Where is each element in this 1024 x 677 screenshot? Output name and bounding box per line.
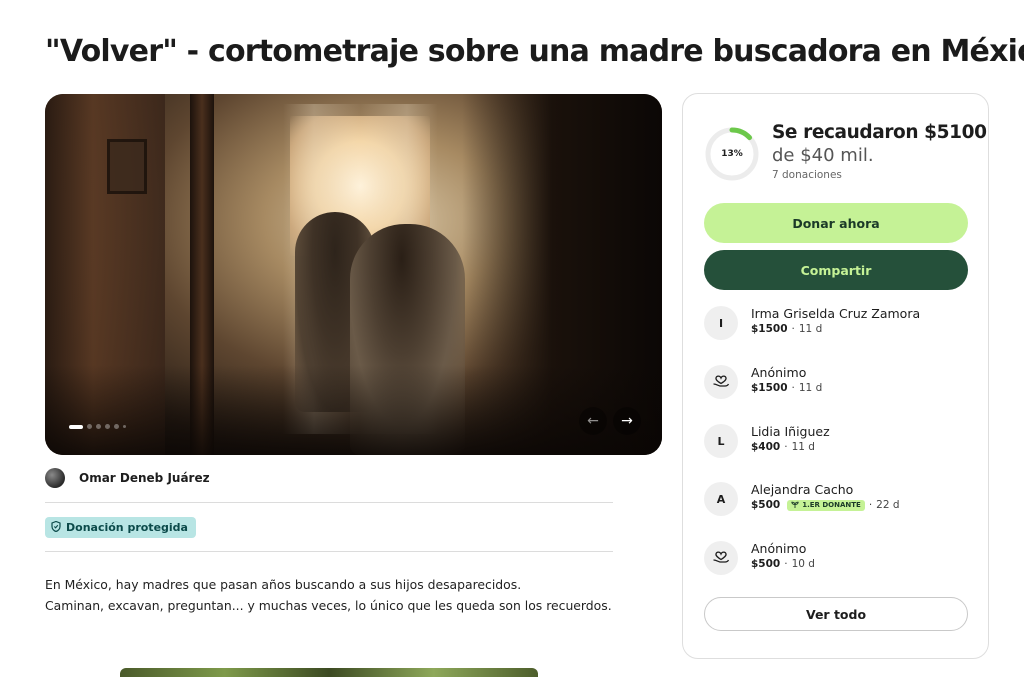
separator: · [791,323,795,335]
story-image [120,668,538,677]
donation-count: 7 donaciones [772,169,842,181]
image-wall-picture [107,139,147,194]
donation-time: 10 d [791,558,815,570]
donor-row: I Irma Griselda Cruz Zamora $1500 · 11 d [704,306,920,340]
donation-amount: $1500 [751,323,788,335]
heart-hand-icon [712,549,730,568]
heart-hand-icon [712,373,730,392]
avatar[interactable] [45,468,65,488]
share-button[interactable]: Compartir [704,250,968,290]
story-paragraph: En México, hay madres que pasan años bus… [45,577,522,592]
separator: · [784,558,788,570]
organizer-info[interactable]: Omar Deneb Juárez [45,468,210,488]
divider [45,502,613,503]
donor-name: Anónimo [751,365,807,380]
donor-name: Lidia Iñiguez [751,424,830,439]
campaign-hero-image[interactable]: ← → [45,94,662,455]
progress-percent: 13% [721,149,743,159]
progress-ring: 13% [704,126,760,182]
organizer-name[interactable]: Omar Deneb Juárez [79,471,210,485]
donor-row: L Lidia Iñiguez $400 · 11 d [704,424,830,458]
goal-amount: de $40 mil. [772,145,874,166]
sprout-icon [791,501,799,510]
page-title: "Volver" - cortometraje sobre una madre … [45,34,1024,69]
donation-card: 13% Se recaudaron $5100 de $40 mil. 7 do… [682,93,989,659]
carousel-dot[interactable] [96,424,101,429]
donor-row: Anónimo $500 · 10 d [704,541,815,575]
separator: · [784,441,788,453]
avatar-initial: L [717,434,725,448]
view-all-button[interactable]: Ver todo [704,597,968,631]
first-donor-badge: 1.ER DONANTE [787,499,865,511]
avatar: L [704,424,738,458]
carousel-prev-button[interactable]: ← [579,407,607,435]
divider [45,551,613,552]
badge-label: Donación protegida [66,521,188,534]
separator: · [868,499,873,511]
avatar [704,365,738,399]
avatar-initial: A [716,492,726,506]
separator: · [791,382,795,394]
donation-amount: $500 [751,499,781,511]
avatar [704,541,738,575]
carousel-dot[interactable] [114,424,119,429]
image-floor-shadow [45,365,662,455]
carousel-dot[interactable] [123,425,126,428]
carousel-dot[interactable] [105,424,110,429]
arrow-left-icon: ← [587,413,599,429]
donate-button[interactable]: Donar ahora [704,203,968,243]
badge-label: 1.ER DONANTE [802,501,861,509]
avatar: I [704,306,738,340]
donation-time: 11 d [798,323,823,335]
carousel-dot[interactable] [87,424,92,429]
donor-meta: $500 · 10 d [751,558,815,570]
protected-donation-badge[interactable]: Donación protegida [45,517,196,538]
avatar-initial: I [718,316,724,330]
donor-name: Irma Griselda Cruz Zamora [751,306,921,321]
donation-time: 11 d [791,441,815,453]
donation-time: 22 d [876,499,900,511]
raised-summary: Se recaudaron $5100 de $40 mil. 7 donaci… [772,122,987,181]
donation-amount: $1500 [751,382,788,394]
donation-amount: $400 [751,441,781,453]
donor-row: A Alejandra Cacho $500 1.ER DONANTE · 22… [704,482,900,516]
donor-meta: $500 1.ER DONANTE · 22 d [751,499,900,511]
arrow-right-icon: → [621,413,633,429]
donor-name: Alejandra Cacho [751,482,854,497]
donor-meta: $1500 · 11 d [751,323,920,335]
campaign-story: En México, hay madres que pasan años bus… [45,574,645,616]
carousel-next-button[interactable]: → [613,407,641,435]
raised-amount: Se recaudaron $5100 [772,122,987,143]
donor-meta: $1500 · 11 d [751,382,822,394]
donor-name: Anónimo [751,541,807,556]
avatar: A [704,482,738,516]
story-paragraph: Caminan, excavan, preguntan... y muchas … [45,598,612,613]
carousel-indicators [69,424,126,429]
carousel-dot-active[interactable] [69,424,83,429]
donation-time: 11 d [798,382,823,394]
donor-meta: $400 · 11 d [751,441,830,453]
donor-row: Anónimo $1500 · 11 d [704,365,822,399]
donation-amount: $500 [751,558,781,570]
shield-icon [51,520,61,535]
